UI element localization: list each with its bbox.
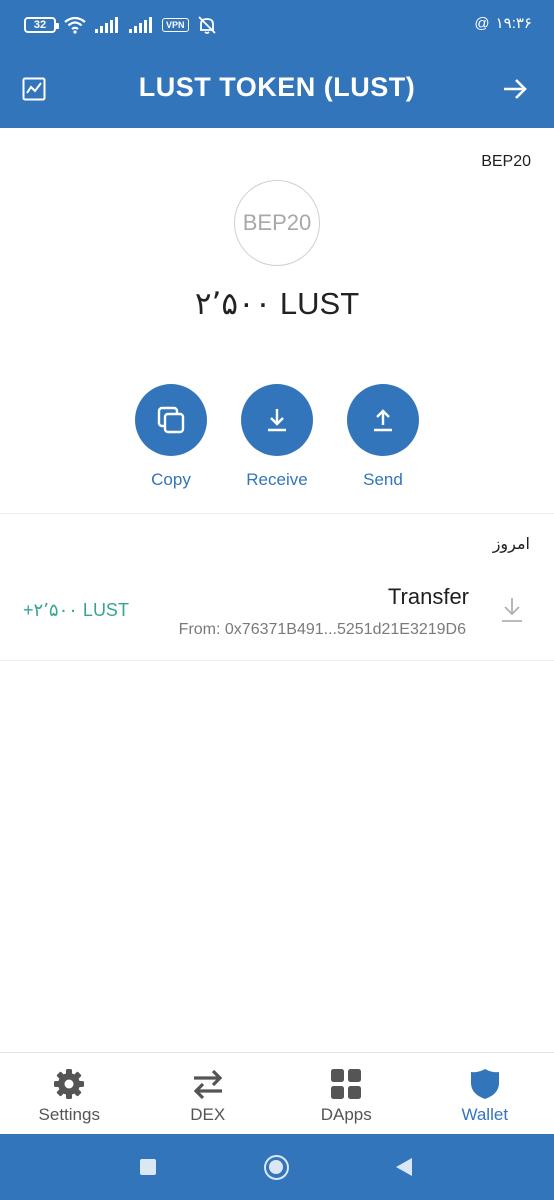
gear-icon [54, 1069, 85, 1099]
copy-button[interactable]: Copy [135, 384, 207, 490]
transactions-date-header: امروز [492, 536, 530, 553]
receive-label: Receive [246, 470, 308, 489]
upload-icon [374, 409, 392, 432]
copy-icon [157, 406, 185, 434]
home-icon[interactable] [264, 1155, 289, 1180]
token-balance: ۲٬۵۰۰ LUST [194, 286, 360, 321]
nav-settings[interactable]: Settings [0, 1053, 139, 1134]
at-icon: @ [474, 14, 490, 32]
nav-dapps[interactable]: DApps [277, 1053, 416, 1134]
page-title: LUST TOKEN (LUST) [138, 72, 416, 102]
copy-button-circle[interactable] [135, 384, 207, 456]
receive-button[interactable]: Receive [241, 384, 313, 490]
nav-settings-label: Settings [38, 1105, 100, 1124]
shield-icon [470, 1069, 499, 1099]
section-divider [0, 513, 554, 514]
nav-dapps-label: DApps [320, 1105, 372, 1124]
mute-icon [197, 16, 216, 34]
signal-icon-1 [95, 17, 118, 33]
swap-icon [193, 1069, 223, 1100]
send-label: Send [363, 470, 403, 489]
transaction-divider [0, 660, 554, 661]
signal-icon-2 [129, 17, 152, 33]
app-bar: LUST TOKEN (LUST) [0, 48, 554, 128]
copy-label: Copy [151, 470, 191, 489]
transaction-amount: +۲٬۵۰۰ LUST [23, 600, 129, 620]
token-standard-label: BEP20 [481, 153, 531, 170]
bottom-navigation: Settings DEX DApps Wallet [0, 1052, 554, 1134]
status-bar: 32 VPN @ ۱۹:۳۶ [0, 0, 554, 48]
nav-dex[interactable]: DEX [139, 1053, 278, 1134]
battery-icon: 32 [24, 17, 59, 33]
token-logo-text: BEP20 [242, 210, 312, 235]
token-logo: BEP20 [234, 180, 320, 266]
grid-icon [331, 1069, 362, 1099]
status-right: @ ۱۹:۳۶ [474, 14, 532, 33]
system-navigation-bar [0, 1134, 554, 1200]
status-time: ۱۹:۳۶ [495, 15, 532, 32]
recent-apps-icon[interactable] [140, 1159, 156, 1175]
vpn-badge: VPN [162, 18, 189, 32]
wifi-icon [64, 16, 86, 34]
arrow-right-icon[interactable] [502, 77, 528, 101]
nav-wallet-label: Wallet [461, 1105, 509, 1124]
transaction-from-address: From: 0x76371B491...5251d21E3219D6 [178, 621, 466, 638]
action-buttons: Copy Receive Send [0, 384, 554, 490]
back-icon[interactable] [396, 1158, 412, 1176]
nav-wallet[interactable]: Wallet [416, 1053, 554, 1134]
send-button[interactable]: Send [347, 384, 419, 490]
receive-button-circle[interactable] [241, 384, 313, 456]
transaction-row[interactable]: +۲٬۵۰۰ LUST Transfer From: 0x76371B491..… [0, 570, 554, 660]
download-icon [268, 409, 286, 432]
receive-arrow-icon [502, 598, 522, 622]
nav-dex-label: DEX [190, 1105, 226, 1124]
status-icons: 32 VPN [24, 14, 217, 36]
battery-level: 32 [33, 19, 47, 31]
send-button-circle[interactable] [347, 384, 419, 456]
transaction-title: Transfer [387, 584, 469, 609]
